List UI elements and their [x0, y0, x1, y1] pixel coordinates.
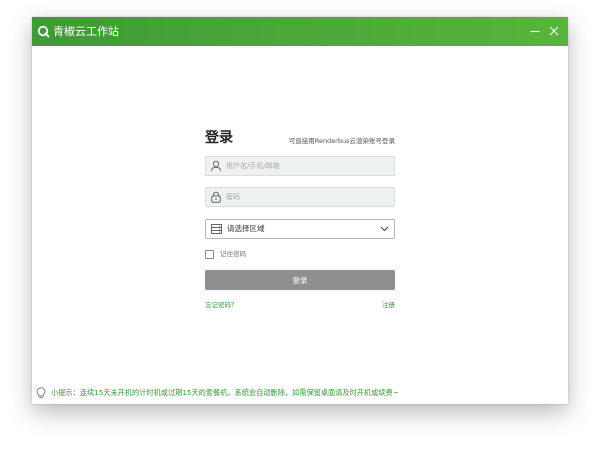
lightbulb-icon: [36, 387, 46, 399]
app-logo-icon: [37, 25, 50, 38]
remember-password[interactable]: 记住密码: [205, 250, 246, 259]
register-link[interactable]: 注册: [382, 301, 395, 310]
forgot-password-link[interactable]: 忘记密码？: [205, 301, 238, 310]
region-select-label: 请选择区域: [227, 224, 265, 233]
region-select[interactable]: 请选择区域: [205, 219, 395, 239]
user-icon: [210, 160, 222, 172]
footer-tip-text: 小提示：连续15天未开机的计时机或过期15天的套餐机，系统会自动删除，如需保留桌…: [51, 388, 399, 397]
password-input[interactable]: [226, 188, 386, 206]
minimize-icon[interactable]: [527, 23, 543, 39]
login-title: 登录: [205, 130, 233, 146]
chevron-down-icon: [380, 226, 389, 232]
app-window: 青椒云工作站 登录 可直接用Renderbus云渲染账号登录 用户名/手机/邮箱…: [32, 17, 568, 404]
remember-password-label: 记住密码: [220, 250, 246, 258]
window-title: 青椒云工作站: [53, 25, 119, 38]
footer-tip: 小提示：连续15天未开机的计时机或过期15天的套餐机，系统会自动删除，如需保留桌…: [36, 387, 399, 399]
remember-password-checkbox[interactable]: [205, 250, 214, 259]
title-bar: 青椒云工作站: [32, 17, 568, 46]
renderbus-login-hint: 可直接用Renderbus云渲染账号登录: [288, 137, 395, 145]
lock-icon: [211, 191, 221, 203]
close-icon[interactable]: [546, 23, 562, 39]
server-icon: [211, 224, 222, 234]
password-field[interactable]: [205, 187, 395, 207]
username-input[interactable]: [226, 157, 386, 175]
login-button[interactable]: 登录: [205, 270, 395, 290]
username-field[interactable]: [205, 156, 395, 176]
